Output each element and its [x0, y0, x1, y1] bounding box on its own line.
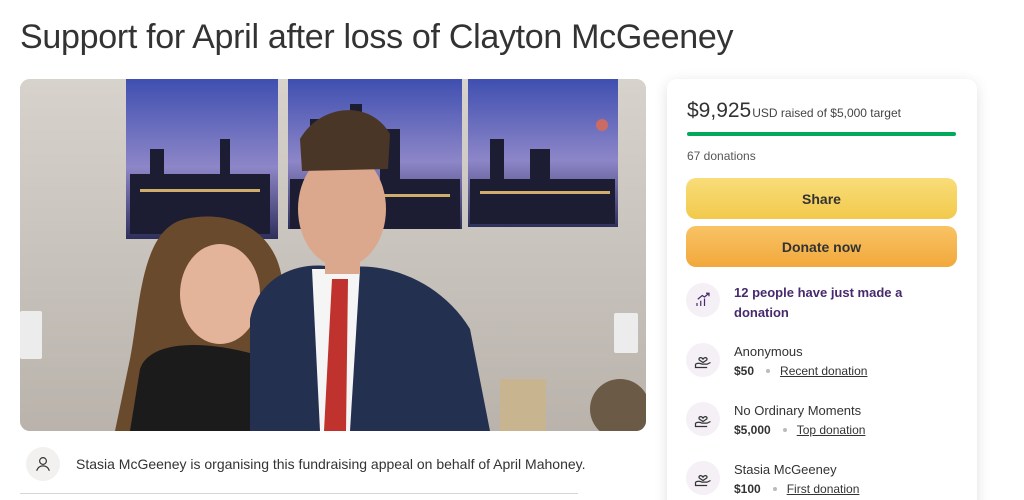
heart-hand-icon	[686, 461, 720, 495]
donate-now-button[interactable]: Donate now	[686, 226, 957, 267]
share-button[interactable]: Share	[686, 178, 957, 219]
person-icon	[26, 447, 60, 481]
organiser-text: Stasia McGeeney is organising this fundr…	[76, 456, 586, 472]
recent-activity-notice: 12 people have just made a donation	[686, 283, 961, 323]
donation-count: 67 donations	[687, 149, 756, 163]
donation-tag-link[interactable]: Top donation	[797, 423, 866, 437]
trend-chart-icon	[686, 283, 720, 317]
page-title: Support for April after loss of Clayton …	[20, 18, 734, 56]
divider	[20, 493, 578, 494]
amount-raised-row: $9,925 USD raised of $5,000 target	[687, 99, 901, 123]
amount-raised: $9,925	[687, 99, 752, 122]
donation-amount: $100	[734, 482, 761, 496]
donor-name: No Ordinary Moments	[734, 403, 862, 418]
heart-hand-icon	[686, 343, 720, 377]
donation-amount: $50	[734, 364, 755, 378]
separator-dot	[772, 487, 777, 491]
donor-name: Stasia McGeeney	[734, 462, 837, 477]
donation-item: No Ordinary Moments $5,000 Top donation	[686, 402, 961, 437]
donation-card: $9,925 USD raised of $5,000 target 67 do…	[667, 79, 977, 500]
donation-tag-link[interactable]: Recent donation	[780, 364, 867, 378]
progress-fill	[687, 132, 956, 136]
organiser-notice: Stasia McGeeney is organising this fundr…	[26, 444, 586, 484]
donation-tag-link[interactable]: First donation	[787, 482, 860, 496]
donor-name: Anonymous	[734, 344, 803, 359]
campaign-photo	[20, 79, 646, 431]
donation-amount: $5,000	[734, 423, 771, 437]
donation-item: Stasia McGeeney $100 First donation	[686, 461, 961, 496]
separator-dot	[782, 428, 787, 432]
target-label: USD raised of $5,000 target	[752, 106, 901, 120]
progress-bar	[687, 132, 956, 136]
heart-hand-icon	[686, 402, 720, 436]
donation-item: Anonymous $50 Recent donation	[686, 343, 961, 378]
separator-dot	[766, 369, 771, 373]
trend-text: 12 people have just made a donation	[734, 285, 903, 320]
